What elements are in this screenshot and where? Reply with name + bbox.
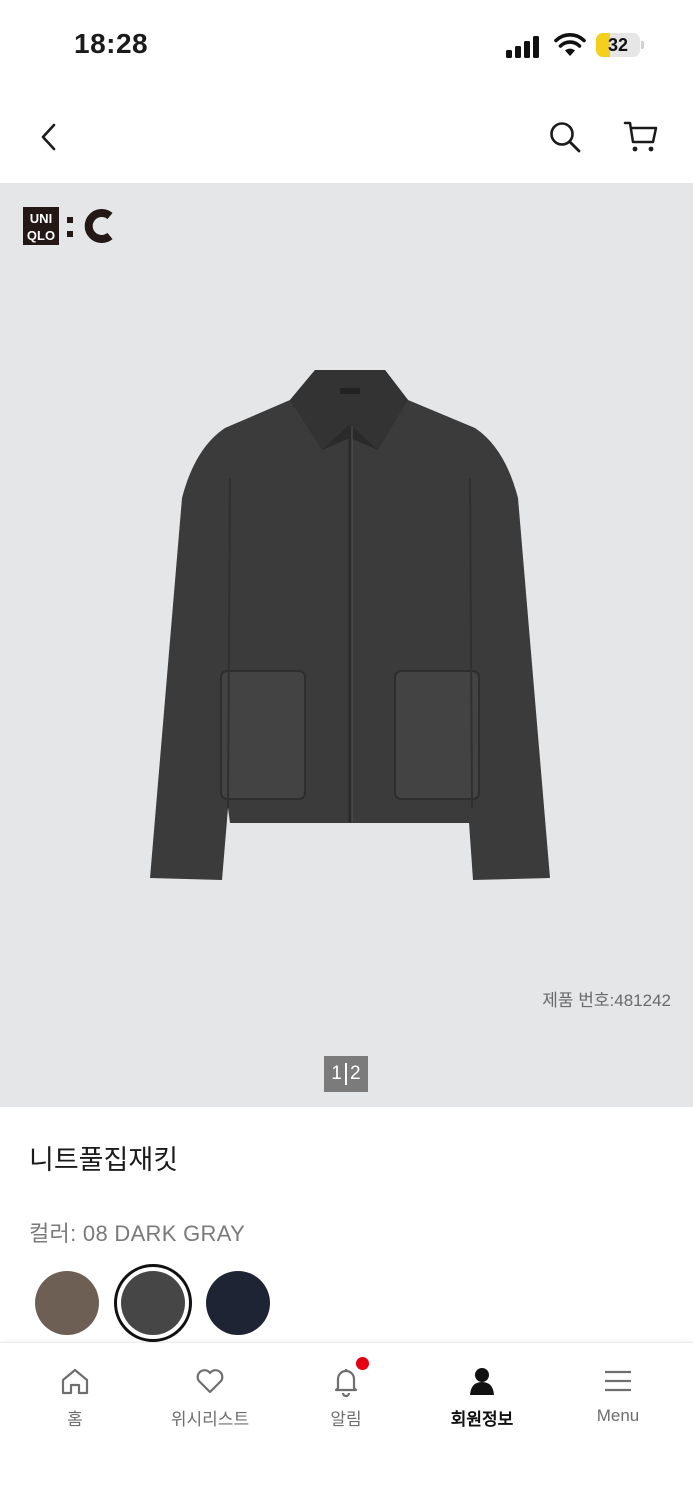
tab-home[interactable]: 홈 [10,1343,140,1443]
tab-notifications[interactable]: 알림 [281,1343,411,1443]
cellular-signal-icon [506,34,542,58]
heart-icon [196,1369,224,1394]
color-swatch-brown[interactable] [35,1271,99,1335]
pager-total: 2 [350,1063,361,1084]
search-button[interactable] [540,112,590,162]
tab-notifications-label: 알림 [330,1410,362,1429]
back-button[interactable] [24,112,74,162]
product-title: 니트풀집재킷 [29,1145,179,1175]
uniqlo-c-logo: UNI QLO [23,207,118,245]
svg-text:QLO: QLO [27,228,55,243]
person-icon [470,1368,494,1395]
cart-button[interactable] [616,112,666,162]
battery-percent: 32 [607,35,629,55]
bottom-tab-bar: 홈 위시리스트 알림 회원정보 Menu [0,1342,693,1501]
svg-text:UNI: UNI [30,211,52,226]
color-swatch-navy[interactable] [206,1271,270,1335]
status-time: 18:28 [74,28,149,59]
color-swatch-dark-gray[interactable] [121,1271,185,1335]
tab-wishlist[interactable]: 위시리스트 [145,1343,275,1443]
bell-icon [334,1369,358,1397]
home-icon [61,1368,89,1395]
selected-color-label: 컬러: 08 DARK GRAY [29,1221,246,1246]
image-pager: 1 2 [324,1056,368,1092]
status-bar: 18:28 32 [0,0,693,92]
pager-current: 1 [331,1063,342,1084]
product-image-gallery[interactable]: UNI QLO 제품 번호:481242 1 2 [0,183,693,1107]
wifi-icon [554,33,586,56]
tab-menu[interactable]: Menu [553,1343,683,1443]
nav-bar [0,92,693,183]
cart-icon [623,121,658,152]
tab-home-label: 홈 [67,1410,83,1429]
tab-menu-label: Menu [596,1406,640,1425]
menu-icon [605,1370,631,1392]
battery-indicator: 32 [596,33,644,57]
notification-badge [356,1357,369,1370]
tab-wishlist-label: 위시리스트 [170,1410,250,1429]
tab-member-info-label: 회원정보 [450,1410,514,1429]
tab-member-info[interactable]: 회원정보 [417,1343,547,1443]
product-number: 제품 번호:481242 [542,991,671,1010]
search-icon [550,122,581,153]
knit-jacket-product-image [150,370,550,880]
chevron-left-icon [41,123,56,151]
